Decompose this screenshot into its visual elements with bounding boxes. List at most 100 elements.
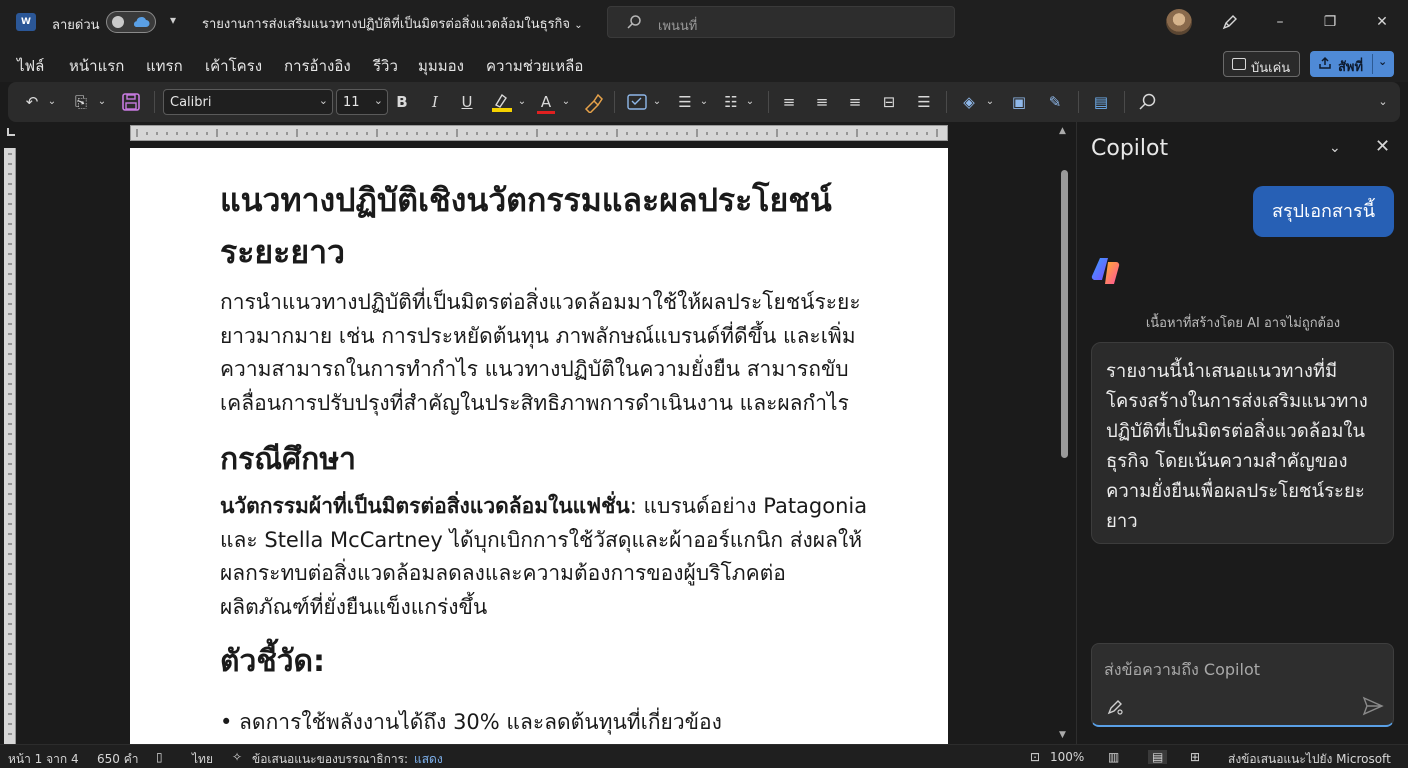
proofing-icon[interactable]: ▯ xyxy=(156,750,163,764)
format-painter-icon[interactable] xyxy=(582,91,604,113)
close-window-icon[interactable]: ✕ xyxy=(1372,12,1392,32)
editor-suggestions-icon: ✧ xyxy=(232,750,243,764)
scroll-down-icon[interactable]: ▼ xyxy=(1059,730,1066,740)
search-box[interactable]: เพนนที่ xyxy=(607,6,955,38)
tab-view[interactable]: มุมมอง xyxy=(418,54,464,78)
font-color-bar xyxy=(537,111,555,114)
tab-insert[interactable]: แทรก xyxy=(146,54,183,78)
cloud-icon xyxy=(133,17,150,27)
chevron-down-icon: ⌄ xyxy=(574,20,583,31)
zoom-level[interactable]: 100% xyxy=(1050,750,1084,764)
focus-icon[interactable]: ⊡ xyxy=(1030,750,1040,764)
language[interactable]: ไทย xyxy=(192,750,213,768)
pen-icon[interactable] xyxy=(1220,12,1240,32)
scroll-up-icon[interactable]: ▲ xyxy=(1059,126,1066,136)
font-name-select[interactable]: Calibri ⌄ xyxy=(163,89,333,115)
read-mode-icon[interactable]: ▥ xyxy=(1108,750,1119,764)
share-divider xyxy=(1372,54,1373,74)
font-color-dropdown-icon[interactable]: ⌄ xyxy=(560,91,572,113)
font-color-icon[interactable]: A xyxy=(536,91,556,114)
heading-1[interactable]: แนวทางปฏิบัติเชิงนวัตกรรมและผลประโยชน์ระ… xyxy=(220,174,870,278)
copilot-message-input[interactable]: ส่งข้อความถึง Copilot xyxy=(1091,643,1394,727)
ai-response: รายงานนี้นำเสนอแนวทางที่มีโครงสร้างในการ… xyxy=(1091,342,1394,544)
highlight-icon[interactable] xyxy=(490,91,514,113)
numbering-icon[interactable]: ☷ xyxy=(720,91,742,113)
share-button[interactable]: สัพที่ ⌄ xyxy=(1310,51,1394,77)
line-spacing-icon[interactable]: ⊟ xyxy=(878,91,900,113)
paste-icon[interactable]: ⎘ xyxy=(70,91,92,113)
copilot-pane-icon[interactable]: ▤ xyxy=(1090,91,1112,113)
user-message: สรุปเอกสารนี้ xyxy=(1253,186,1394,237)
search-icon xyxy=(627,15,641,29)
ruler-ticks xyxy=(136,129,938,137)
paragraph-2[interactable]: นวัตกรรมผ้าที่เป็นมิตรต่อสิ่งแวดล้อมในแฟ… xyxy=(220,490,870,624)
document-body[interactable]: แนวทางปฏิบัติเชิงนวัตกรรมและผลประโยชน์ระ… xyxy=(220,174,870,739)
justify-icon[interactable]: ☰ xyxy=(913,91,935,113)
editor-icon[interactable]: ✎ xyxy=(1044,91,1066,113)
close-icon[interactable]: ✕ xyxy=(1375,136,1390,157)
chevron-down-icon[interactable]: ⌄ xyxy=(1329,140,1341,156)
document-title[interactable]: รายงานการส่งเสริมแนวทางปฏิบัติที่เป็นมิต… xyxy=(202,13,583,34)
undo-dropdown-icon[interactable]: ⌄ xyxy=(46,91,58,113)
send-icon[interactable] xyxy=(1362,696,1384,716)
tab-file[interactable]: ไฟล์ xyxy=(17,54,44,78)
print-layout-icon[interactable]: ▤ xyxy=(1148,750,1168,764)
font-size-select[interactable]: 11 ⌄ xyxy=(336,89,388,115)
align-left-icon[interactable]: ≡ xyxy=(778,91,800,113)
bullets-dropdown-icon[interactable]: ⌄ xyxy=(698,91,710,113)
align-center-icon[interactable]: ≡ xyxy=(811,91,833,113)
shading-icon[interactable]: ◈ xyxy=(958,91,980,113)
prompt-guide-icon[interactable] xyxy=(1106,698,1124,716)
paragraph-3-partial[interactable]: • ลดการใช้พลังงานได้ถึง 30% และลดต้นทุนท… xyxy=(220,706,870,739)
share-label: สัพที่ xyxy=(1338,60,1364,75)
paragraph-1[interactable]: การนำแนวทางปฏิบัติที่เป็นมิตรต่อสิ่งแวดล… xyxy=(220,286,870,420)
save-icon[interactable] xyxy=(121,91,141,113)
editor-suggestions-label: ข้อเสนอแนะของบรรณาธิการ: xyxy=(252,752,409,766)
minimize-icon[interactable]: – xyxy=(1270,12,1290,32)
dictate-icon[interactable]: ▣ xyxy=(1008,91,1030,113)
heading-3[interactable]: ตัวชี้วัด: xyxy=(220,640,870,684)
tab-help[interactable]: ความช่วยเหลือ xyxy=(486,54,583,78)
bullets-icon[interactable]: ☰ xyxy=(674,91,696,113)
styles-icon[interactable] xyxy=(626,91,648,113)
tab-home[interactable]: หน้าแรก xyxy=(69,54,125,85)
bold-icon[interactable]: B xyxy=(393,91,411,113)
scroll-thumb[interactable] xyxy=(1061,170,1068,458)
ribbon-expand-icon[interactable]: ⌄ xyxy=(1376,91,1390,113)
quick-access-dropdown-icon[interactable]: ▾ xyxy=(170,13,176,27)
find-icon[interactable] xyxy=(1136,91,1158,113)
ribbon-divider xyxy=(1124,91,1125,113)
heading-2[interactable]: กรณีศึกษา xyxy=(220,438,870,482)
align-right-icon[interactable]: ≡ xyxy=(844,91,866,113)
vertical-ruler[interactable] xyxy=(4,148,16,744)
numbering-dropdown-icon[interactable]: ⌄ xyxy=(744,91,756,113)
paragraph-2-bold: นวัตกรรมผ้าที่เป็นมิตรต่อสิ่งแวดล้อมในแฟ… xyxy=(220,494,630,518)
styles-dropdown-icon[interactable]: ⌄ xyxy=(651,91,663,113)
document-page[interactable]: แนวทางปฏิบัติเชิงนวัตกรรมและผลประโยชน์ระ… xyxy=(130,148,948,744)
tab-references[interactable]: การอ้างอิง xyxy=(284,54,351,78)
word-count[interactable]: 650 คำ xyxy=(97,750,138,768)
shading-dropdown-icon[interactable]: ⌄ xyxy=(984,91,996,113)
feedback-link[interactable]: ส่งข้อเสนอแนะไปยัง Microsoft xyxy=(1228,750,1391,768)
title-bar: W ลายด่วน ▾ รายงานการส่งเสริมแนวทางปฏิบั… xyxy=(0,0,1408,44)
ribbon-tabs: ไฟล์ หน้าแรก แทรก เค้าโครง การอ้างอิง รี… xyxy=(0,44,1408,85)
editor-show-link[interactable]: แสดง xyxy=(414,750,443,768)
autosave-toggle[interactable] xyxy=(106,11,156,33)
vertical-scrollbar[interactable]: ▲ ▼ xyxy=(1058,126,1070,744)
italic-icon[interactable]: I xyxy=(426,91,444,113)
user-avatar[interactable] xyxy=(1166,9,1192,35)
horizontal-ruler[interactable] xyxy=(130,125,948,141)
share-dropdown-icon[interactable]: ⌄ xyxy=(1378,55,1387,68)
page-count[interactable]: หน้า 1 จาก 4 xyxy=(8,750,79,768)
paste-dropdown-icon[interactable]: ⌄ xyxy=(96,91,108,113)
highlight-dropdown-icon[interactable]: ⌄ xyxy=(516,91,528,113)
tab-review[interactable]: รีวิว xyxy=(373,54,398,78)
undo-icon[interactable]: ↶ xyxy=(22,91,42,113)
web-layout-icon[interactable]: ⊞ xyxy=(1190,750,1200,764)
tab-selector[interactable] xyxy=(7,128,15,136)
comments-button[interactable]: บันเค่น xyxy=(1223,51,1300,77)
font-name-value: Calibri xyxy=(170,95,212,110)
restore-icon[interactable]: ❐ xyxy=(1320,12,1340,32)
underline-icon[interactable]: U xyxy=(458,91,476,113)
tab-layout[interactable]: เค้าโครง xyxy=(205,54,262,78)
